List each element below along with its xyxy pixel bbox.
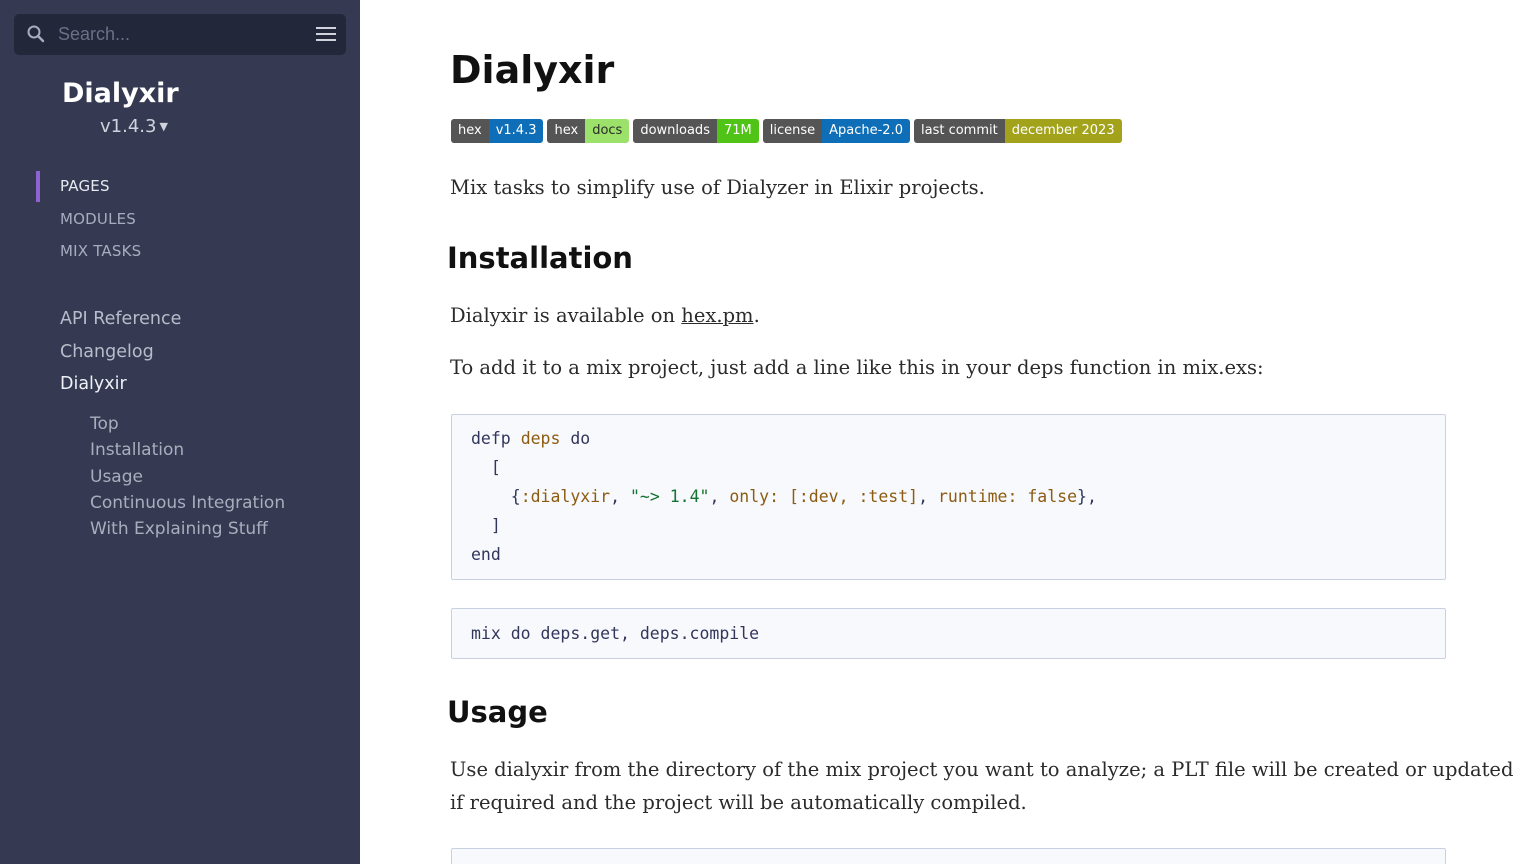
badge-value: Apache-2.0 — [822, 119, 910, 143]
search-icon[interactable] — [26, 24, 46, 44]
version-dropdown[interactable]: v1.4.3 ▼ — [100, 116, 168, 137]
code-token: end — [471, 545, 501, 564]
badge-value: 71M — [716, 119, 759, 143]
badge-label: hex — [547, 119, 586, 143]
badge-label: last commit — [914, 119, 1005, 143]
code-token: [:dev, :test] — [788, 487, 919, 506]
tab-mix-tasks[interactable]: MIX TASKS — [36, 235, 141, 268]
badge-downloads[interactable]: downloads 71M — [633, 119, 759, 143]
code-line: defp deps do — [452, 424, 1445, 453]
page-nav-list: API Reference Changelog Dialyxir — [60, 303, 181, 401]
code-token: }, — [1077, 487, 1097, 506]
section-item-with-explaining-stuff[interactable]: With Explaining Stuff — [90, 516, 285, 542]
mix-command-code-block[interactable]: mix do deps.get, deps.compile — [451, 608, 1446, 659]
code-token: :dialyxir — [520, 487, 611, 506]
badge-label: license — [762, 119, 823, 143]
deps-code-block[interactable]: defp deps do [ {:dialyxir, "~> 1.4", onl… — [451, 414, 1446, 580]
section-item-continuous-integration[interactable]: Continuous Integration — [90, 490, 285, 516]
code-token: only: — [729, 487, 779, 506]
page-title: Dialyxir — [450, 48, 615, 92]
intro-text: Mix tasks to simplify use of Dialyzer in… — [450, 176, 985, 199]
hamburger-menu-icon[interactable] — [315, 25, 337, 43]
version-label: v1.4.3 — [100, 116, 157, 137]
nav-item-changelog[interactable]: Changelog — [60, 336, 181, 369]
code-token: defp — [471, 429, 511, 448]
availability-text: Dialyxir is available on hex.pm. — [450, 299, 760, 332]
code-token: do — [570, 429, 591, 448]
tab-modules[interactable]: MODULES — [36, 203, 141, 236]
deps-instruction-text: To add it to a mix project, just add a l… — [450, 356, 1264, 379]
project-name[interactable]: Dialyxir — [62, 78, 179, 109]
section-item-usage[interactable]: Usage — [90, 464, 285, 490]
code-line: end — [452, 540, 1445, 569]
section-nav-list: Top Installation Usage Continuous Integr… — [90, 411, 285, 542]
code-token: "~> 1.4" — [629, 487, 710, 506]
code-token: , — [918, 487, 929, 506]
main-content: Dialyxir hex v1.4.3 hex docs downloads 7… — [360, 0, 1536, 864]
code-token: { — [510, 487, 521, 506]
code-token: false — [1027, 487, 1078, 506]
code-line: ] — [452, 511, 1445, 540]
code-token: deps — [520, 429, 561, 448]
availability-prefix: Dialyxir is available on — [450, 304, 682, 327]
sidebar-tabs: PAGES MODULES MIX TASKS — [36, 170, 141, 268]
badge-last-commit[interactable]: last commit december 2023 — [914, 119, 1122, 143]
code-line: {:dialyxir, "~> 1.4", only: [:dev, :test… — [452, 482, 1445, 511]
badge-value: december 2023 — [1004, 119, 1122, 143]
code-token: , — [709, 487, 720, 506]
installation-heading: Installation — [447, 241, 633, 275]
badge-hex-version[interactable]: hex v1.4.3 — [451, 119, 544, 143]
code-token: [ — [490, 458, 501, 477]
badge-license[interactable]: license Apache-2.0 — [762, 119, 910, 143]
search-bar — [14, 14, 346, 55]
badge-value: docs — [585, 119, 630, 143]
badge-label: hex — [451, 119, 489, 143]
code-token: runtime: — [937, 487, 1018, 506]
badge-row: hex v1.4.3 hex docs downloads 71M licens… — [451, 119, 1126, 143]
hex-pm-link[interactable]: hex.pm — [681, 304, 753, 327]
usage-text-line-1: Use dialyxir from the directory of the m… — [450, 758, 1514, 781]
code-line: mix do deps.get, deps.compile — [471, 624, 760, 643]
section-item-installation[interactable]: Installation — [90, 437, 285, 463]
tab-pages[interactable]: PAGES — [36, 170, 141, 203]
code-line: [ — [452, 453, 1445, 482]
nav-item-dialyxir[interactable]: Dialyxir — [60, 368, 181, 401]
badge-label: downloads — [633, 119, 717, 143]
usage-text-line-2: if required and the project will be auto… — [450, 791, 1027, 814]
search-input[interactable] — [58, 20, 298, 48]
code-token: ] — [490, 516, 501, 535]
badge-value: v1.4.3 — [488, 119, 544, 143]
caret-down-icon: ▼ — [159, 120, 168, 133]
code-token: , — [610, 487, 621, 506]
sidebar: Dialyxir v1.4.3▼ PAGES MODULES MIX TASKS… — [0, 0, 360, 864]
section-item-top[interactable]: Top — [90, 411, 285, 437]
nav-item-api-reference[interactable]: API Reference — [60, 303, 181, 336]
availability-suffix: . — [753, 304, 760, 327]
usage-code-block[interactable] — [451, 848, 1446, 864]
usage-heading: Usage — [447, 695, 548, 729]
badge-hex-docs[interactable]: hex docs — [547, 119, 630, 143]
